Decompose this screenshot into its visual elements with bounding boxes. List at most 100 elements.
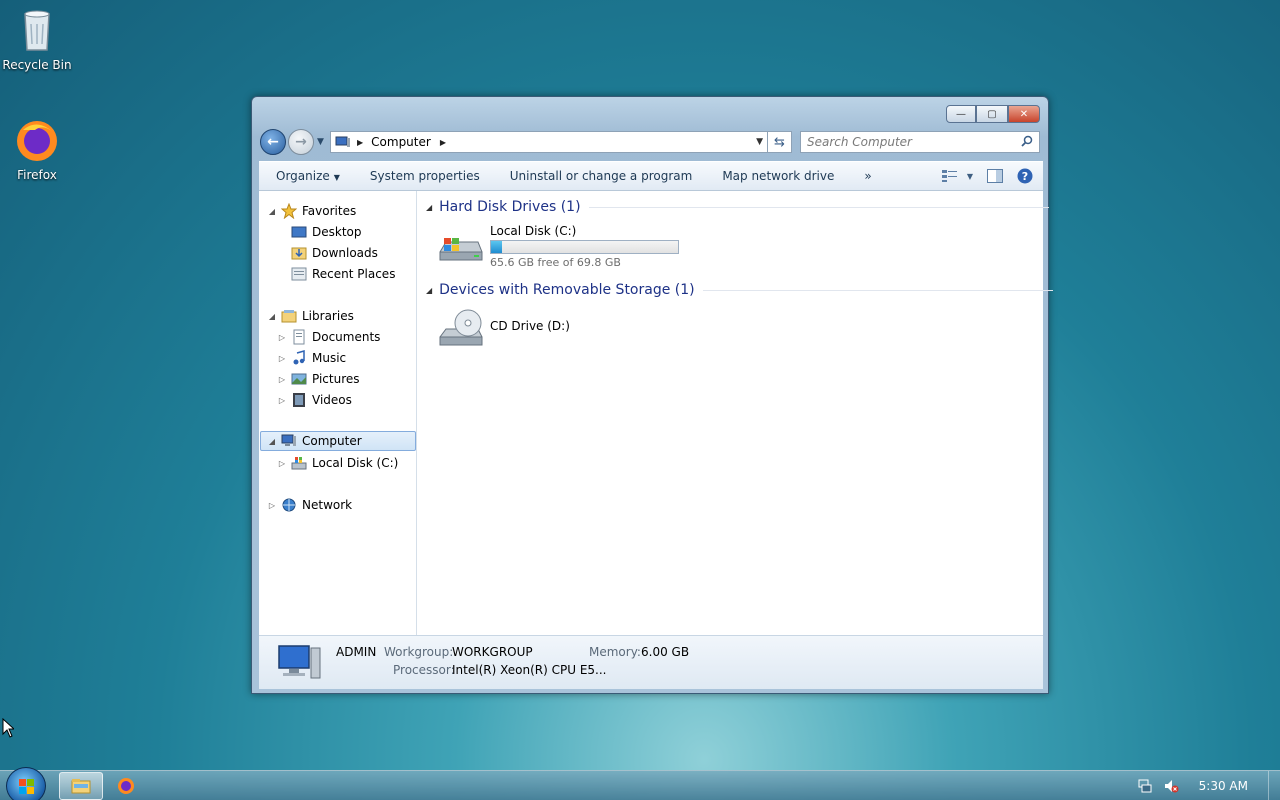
chevron-down-icon: ▼: [966, 171, 973, 181]
chevron-down-icon: ▼: [333, 173, 340, 182]
nav-label: Music: [312, 351, 347, 365]
collapsed-triangle-icon[interactable]: ▷: [267, 501, 277, 510]
desktop-icon-recycle-bin[interactable]: Recycle Bin: [0, 6, 74, 72]
help-button[interactable]: ?: [1017, 166, 1033, 186]
show-desktop-button[interactable]: [1268, 771, 1280, 800]
folder-icon: [71, 779, 91, 794]
desktop-folder-icon: [291, 226, 307, 238]
forward-arrow-icon: →: [295, 134, 307, 150]
nav-item-desktop[interactable]: Desktop: [277, 222, 362, 242]
hard-drive-icon: [439, 238, 483, 261]
taskbar-clock[interactable]: 5:30 AM: [1199, 779, 1248, 793]
nav-item-videos[interactable]: ▷ Videos: [277, 390, 352, 410]
collapsed-triangle-icon[interactable]: ▷: [277, 354, 287, 363]
close-icon: ✕: [1019, 108, 1029, 120]
breadcrumb-separator-icon[interactable]: ▶: [357, 138, 363, 147]
videos-icon: [293, 393, 305, 407]
nav-item-music[interactable]: ▷ Music: [277, 348, 346, 368]
taskbar-explorer-button[interactable]: [59, 772, 103, 800]
expanded-triangle-icon[interactable]: ◢: [426, 203, 432, 212]
collapsed-triangle-icon[interactable]: ▷: [277, 375, 287, 384]
nav-item-downloads[interactable]: Downloads: [277, 243, 378, 263]
breadcrumb-computer[interactable]: Computer: [371, 135, 431, 149]
uninstall-program-button[interactable]: Uninstall or change a program: [495, 169, 708, 183]
desktop-icon-label: Recycle Bin: [2, 58, 72, 72]
computer-name: ADMIN: [336, 645, 377, 659]
content-area: ◢ Favorites Desktop Downloads Recent Pla…: [259, 191, 1053, 635]
volume-muted-icon[interactable]: [1163, 778, 1179, 794]
refresh-button[interactable]: ⇆: [768, 131, 792, 153]
network-status-icon[interactable]: [1137, 778, 1153, 794]
preview-pane-icon: [987, 169, 1003, 183]
change-view-button[interactable]: ▼: [941, 166, 973, 186]
recent-pages-dropdown[interactable]: ▼: [317, 137, 324, 147]
libraries-icon: [281, 310, 297, 323]
computer-icon: [278, 645, 321, 679]
nav-item-documents[interactable]: ▷ Documents: [277, 327, 380, 347]
taskbar: 5:30 AM: [0, 767, 1280, 800]
workgroup-value: WORKGROUP: [452, 645, 533, 659]
nav-item-local-disk[interactable]: ▷ Local Disk (C:): [277, 453, 398, 473]
nav-label: Network: [302, 498, 353, 512]
collapsed-triangle-icon[interactable]: ▷: [277, 459, 287, 468]
group-header-hard-disk-drives[interactable]: ◢ Hard Disk Drives (1): [426, 197, 1049, 217]
processor-label: Processor:: [393, 663, 455, 677]
system-tray: 5:30 AM: [1137, 771, 1280, 800]
expanded-triangle-icon[interactable]: ◢: [426, 286, 432, 295]
command-bar: Organize ▼ System properties Uninstall or…: [259, 161, 1043, 191]
close-button[interactable]: ✕: [1008, 105, 1040, 123]
search-input[interactable]: [801, 132, 1011, 152]
workgroup-label: Workgroup:: [384, 645, 454, 659]
view-options-icon: [941, 170, 957, 182]
details-pane: ADMIN Workgroup: WORKGROUP Memory: 6.00 …: [259, 635, 1043, 689]
navigation-bar: ← → ▼ ▶ Computer ▶ ▼ ⇆: [260, 129, 1040, 155]
star-icon: [281, 203, 297, 219]
expanded-triangle-icon[interactable]: ◢: [267, 207, 277, 216]
nav-label: Documents: [312, 330, 381, 344]
drive-free-space: 65.6 GB free of 69.8 GB: [490, 256, 621, 269]
minimize-button[interactable]: —: [946, 105, 976, 123]
back-button[interactable]: ←: [260, 129, 286, 155]
organize-button[interactable]: Organize ▼: [259, 169, 355, 183]
nav-item-network[interactable]: ▷ Network: [267, 495, 352, 515]
firefox-icon: [118, 778, 134, 794]
start-button[interactable]: [6, 767, 46, 800]
desktop-icon-firefox[interactable]: Firefox: [0, 116, 74, 182]
forward-button[interactable]: →: [288, 129, 314, 155]
nav-item-favorites[interactable]: ◢ Favorites: [267, 201, 356, 221]
collapsed-triangle-icon[interactable]: ▷: [277, 396, 287, 405]
svg-text:?: ?: [1022, 170, 1028, 183]
address-dropdown-icon[interactable]: ▼: [756, 137, 763, 147]
nav-item-pictures[interactable]: ▷ Pictures: [277, 369, 360, 389]
nav-item-recent-places[interactable]: Recent Places: [277, 264, 395, 284]
group-header-removable-storage[interactable]: ◢ Devices with Removable Storage (1): [426, 280, 1053, 300]
system-properties-button[interactable]: System properties: [355, 169, 495, 183]
memory-value: 6.00 GB: [641, 645, 690, 659]
maximize-button[interactable]: ▢: [976, 105, 1008, 123]
map-network-drive-button[interactable]: Map network drive: [707, 169, 849, 183]
search-box[interactable]: [800, 131, 1040, 153]
drive-local-disk-c[interactable]: Local Disk (C:) 65.6 GB free of 69.8 GB: [436, 224, 679, 272]
music-icon: [293, 350, 305, 365]
more-commands-button[interactable]: »: [849, 169, 886, 183]
preview-pane-button[interactable]: [987, 166, 1003, 186]
expanded-triangle-icon[interactable]: ◢: [267, 437, 277, 446]
search-icon[interactable]: [1021, 135, 1033, 147]
memory-label: Memory:: [589, 645, 641, 659]
hard-drive-icon: [291, 457, 307, 470]
collapsed-triangle-icon[interactable]: ▷: [277, 333, 287, 342]
cd-drive-icon: [439, 309, 483, 346]
navigation-pane[interactable]: ◢ Favorites Desktop Downloads Recent Pla…: [259, 191, 417, 635]
drive-cd-d[interactable]: CD Drive (D:): [436, 307, 570, 355]
breadcrumb-separator-icon[interactable]: ▶: [440, 138, 446, 147]
nav-label: Recent Places: [312, 267, 396, 281]
taskbar-firefox-button[interactable]: [104, 772, 148, 800]
nav-label: Favorites: [302, 204, 357, 218]
window-controls: — ▢ ✕: [946, 105, 1040, 123]
address-bar[interactable]: ▶ Computer ▶ ▼: [330, 131, 768, 153]
expanded-triangle-icon[interactable]: ◢: [267, 312, 277, 321]
nav-item-computer[interactable]: ◢ Computer: [260, 431, 416, 451]
main-pane: ◢ Hard Disk Drives (1) Local Disk (C:) 6…: [418, 191, 1053, 635]
minimize-icon: —: [956, 108, 966, 120]
nav-item-libraries[interactable]: ◢ Libraries: [267, 306, 354, 326]
